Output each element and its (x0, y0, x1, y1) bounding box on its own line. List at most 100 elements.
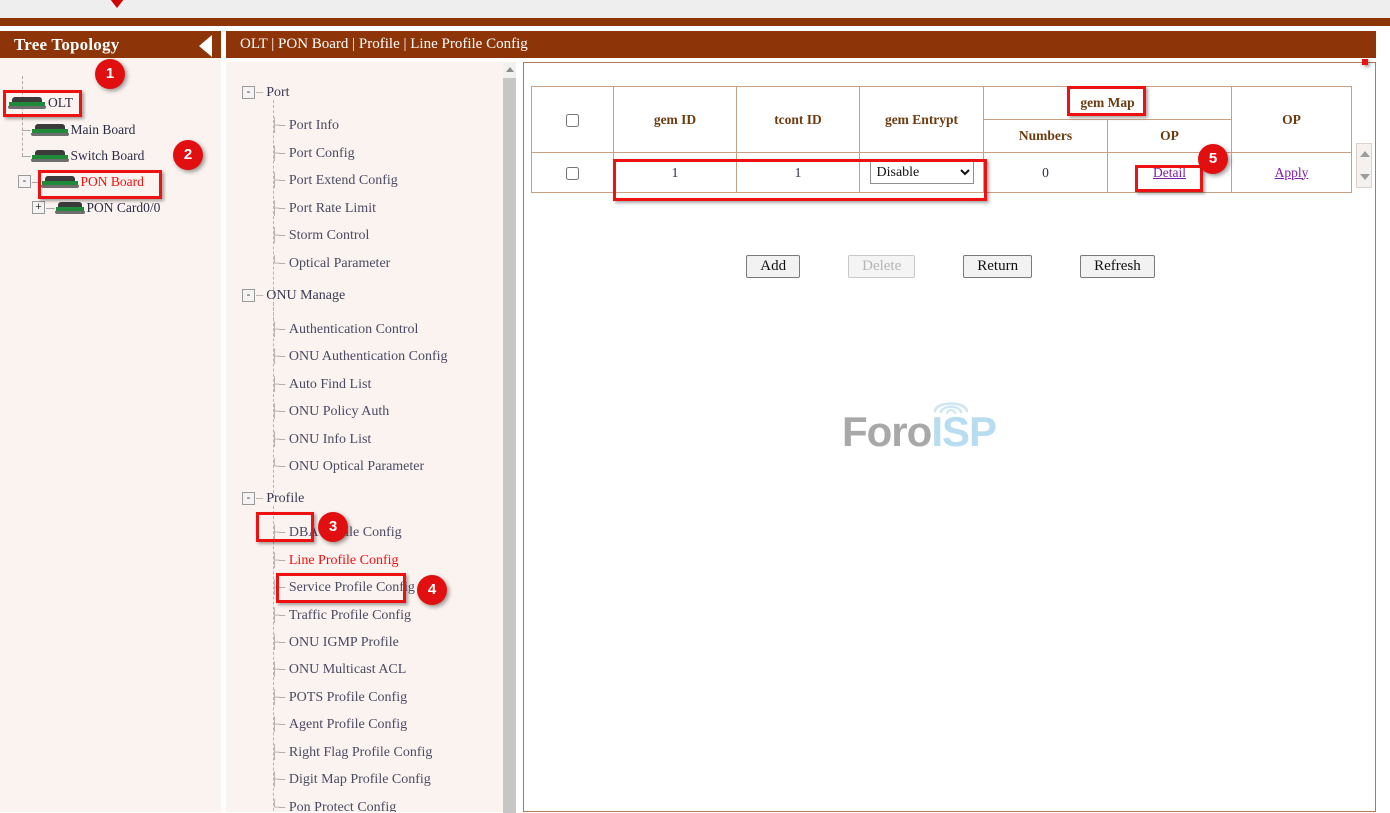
tree-branch-icon: – (256, 84, 262, 99)
gem-table-wrapper: gem ID tcont ID gem Entrypt gem Map OP N… (531, 86, 1354, 193)
nav-group-profile[interactable]: -–Profile (242, 490, 304, 507)
tree-branch-icon: └-- (270, 255, 285, 270)
nav-item-line-profile-config[interactable]: ├--Line Profile Config (270, 552, 399, 569)
tree-node-switch-board[interactable]: ─Switch Board (22, 147, 144, 164)
nav-item-label: ONU Multicast ACL (289, 662, 406, 677)
select-all-checkbox[interactable] (566, 114, 579, 127)
tree-node-label: Main Board (71, 122, 136, 137)
nav-item-label: Port Config (289, 146, 355, 161)
table-header-row-1: gem ID tcont ID gem Entrypt gem Map OP (532, 87, 1352, 120)
nav-scrollbar[interactable] (503, 62, 516, 812)
nav-item-label: Optical Parameter (289, 256, 390, 271)
nav-item-label: ONU Optical Parameter (289, 459, 424, 474)
nav-item-onu-policy-auth[interactable]: ├-- ONU Policy Auth (270, 403, 389, 420)
expander-collapse-icon[interactable]: - (242, 492, 255, 505)
nav-item-onu-authentication-config[interactable]: ├-- ONU Authentication Config (270, 348, 448, 365)
nav-item-agent-profile-config[interactable]: ├--Agent Profile Config (270, 716, 407, 733)
tree-branch-icon: ├-- (270, 227, 285, 242)
cell-gem-map-numbers: 0 (984, 153, 1108, 193)
tree-node-pon-card[interactable]: +─PON Card0/0 (32, 199, 160, 216)
nav-item-auto-find-list[interactable]: ├--Auto Find List (270, 376, 371, 393)
tree-branch-icon: ├-- (270, 403, 285, 418)
nav-group-port[interactable]: -–Port (242, 84, 290, 101)
nav-item-onu-optical-parameter[interactable]: └--ONU Optical Parameter (270, 458, 424, 475)
nav-item-label: ONU Info List (289, 432, 371, 447)
tree-branch-icon: ├-- (270, 348, 285, 363)
nav-item-port-config[interactable]: ├--Port Config (270, 145, 355, 162)
detail-link[interactable]: Detail (1153, 165, 1186, 180)
header-gem-map: gem Map (984, 87, 1232, 120)
refresh-button[interactable]: Refresh (1080, 255, 1155, 278)
nav-item-right-flag-profile-config[interactable]: ├--Right Flag Profile Config (270, 744, 432, 761)
tree-node-olt[interactable]: OLT (8, 94, 73, 111)
tree-branch-icon: ├-- (270, 716, 285, 731)
annotation-badge-2: 2 (173, 140, 203, 170)
scroll-up-arrow-icon[interactable] (1360, 151, 1370, 157)
tree-branch-icon: ├-- (270, 607, 285, 622)
expander-collapse-icon[interactable]: - (18, 175, 31, 188)
annotation-badge-3: 3 (318, 512, 348, 542)
nav-item-label: ONU Authentication Config (289, 349, 448, 364)
expander-collapse-icon[interactable]: - (242, 86, 255, 99)
cell-gem-entrypt: Disable Enable (860, 153, 984, 193)
apply-link[interactable]: Apply (1275, 165, 1309, 180)
expander-expand-icon[interactable]: + (32, 201, 45, 214)
nav-item-label: Port Rate Limit (289, 201, 376, 216)
nav-item-label: ONU Policy Auth (289, 404, 389, 419)
nav-item-traffic-profile-config[interactable]: ├--Traffic Profile Config (270, 607, 411, 624)
nav-item-storm-control[interactable]: ├-- Storm Control (270, 227, 369, 244)
scroll-down-arrow-icon[interactable] (1360, 174, 1370, 180)
gem-table: gem ID tcont ID gem Entrypt gem Map OP N… (531, 86, 1352, 193)
nav-group-onu-manage[interactable]: -–ONU Manage (242, 287, 345, 304)
nav-item-label: Service Profile Config (289, 580, 415, 595)
nav-item-port-rate-limit[interactable]: ├--Port Rate Limit (270, 200, 376, 217)
nav-item-authentication-control[interactable]: ├--Authentication Control (270, 321, 418, 338)
tree-node-main-board[interactable]: ─Main Board (22, 121, 135, 138)
nav-item-service-profile-config[interactable]: ├-- Service Profile Config (270, 579, 415, 596)
nav-item-label: Right Flag Profile Config (289, 745, 433, 760)
add-button[interactable]: Add (746, 255, 800, 278)
tree-branch-icon: ─ (32, 175, 41, 189)
tree-branch-icon: ├-- (270, 579, 285, 594)
nav-item-label: Storm Control (289, 228, 370, 243)
nav-item-label: Pon Protect Config (289, 800, 396, 812)
table-row: 1 1 Disable Enable 0 Detail (532, 153, 1352, 193)
tree-node-label: PON Card0/0 (87, 200, 161, 215)
expander-collapse-icon[interactable]: - (242, 289, 255, 302)
scroll-up-arrow-icon[interactable] (503, 62, 516, 75)
gem-entrypt-select[interactable]: Disable Enable (870, 161, 974, 184)
nav-item-digit-map-profile-config[interactable]: ├--Digit Map Profile Config (270, 771, 431, 788)
tree-node-pon-board[interactable]: -─PON Board (18, 173, 144, 190)
nav-item-label: ONU IGMP Profile (289, 635, 399, 650)
nav-scrollbar-thumb[interactable] (503, 78, 516, 813)
nav-item-port-info[interactable]: ├--Port Info (270, 117, 339, 134)
tree-branch-icon: – (256, 287, 262, 302)
nav-group-label: Port (266, 85, 289, 100)
tree-branch-icon: – (256, 490, 262, 505)
table-scrollbar[interactable] (1356, 143, 1372, 188)
triangle-left-icon[interactable] (199, 35, 212, 57)
cell-tcont-id: 1 (737, 153, 860, 193)
return-button[interactable]: Return (963, 255, 1032, 278)
tree-node-label: Switch Board (71, 148, 145, 163)
nav-item-port-extend-config[interactable]: ├--Port Extend Config (270, 172, 398, 189)
device-icon (31, 150, 69, 162)
app-top-band (0, 18, 1390, 26)
nav-item-optical-parameter[interactable]: └-- Optical Parameter (270, 255, 390, 272)
annotation-badge-1: 1 (95, 59, 125, 89)
nav-item-onu-multicast-acl[interactable]: ├--ONU Multicast ACL (270, 661, 406, 678)
breadcrumb: OLT | PON Board | Profile | Line Profile… (240, 31, 528, 58)
nav-item-pon-protect-config[interactable]: └--Pon Protect Config (270, 799, 396, 812)
header-gem-entrypt: gem Entrypt (860, 87, 984, 153)
nav-item-pots-profile-config[interactable]: ├-- POTS Profile Config (270, 689, 407, 706)
nav-item-onu-info-list[interactable]: ├--ONU Info List (270, 431, 371, 448)
header-gem-map-numbers: Numbers (984, 120, 1108, 153)
nav-item-onu-igmp-profile[interactable]: ├--ONU IGMP Profile (270, 634, 399, 651)
row-checkbox[interactable] (566, 167, 579, 180)
antenna-signal-icon (930, 391, 972, 417)
tree-branch-icon: ├-- (270, 689, 285, 704)
tree-topology-title: Tree Topology (14, 32, 119, 57)
tree-branch-icon: ├-- (270, 321, 285, 336)
nav-item-label: POTS Profile Config (289, 690, 407, 705)
nav-item-label: Port Info (289, 118, 339, 133)
